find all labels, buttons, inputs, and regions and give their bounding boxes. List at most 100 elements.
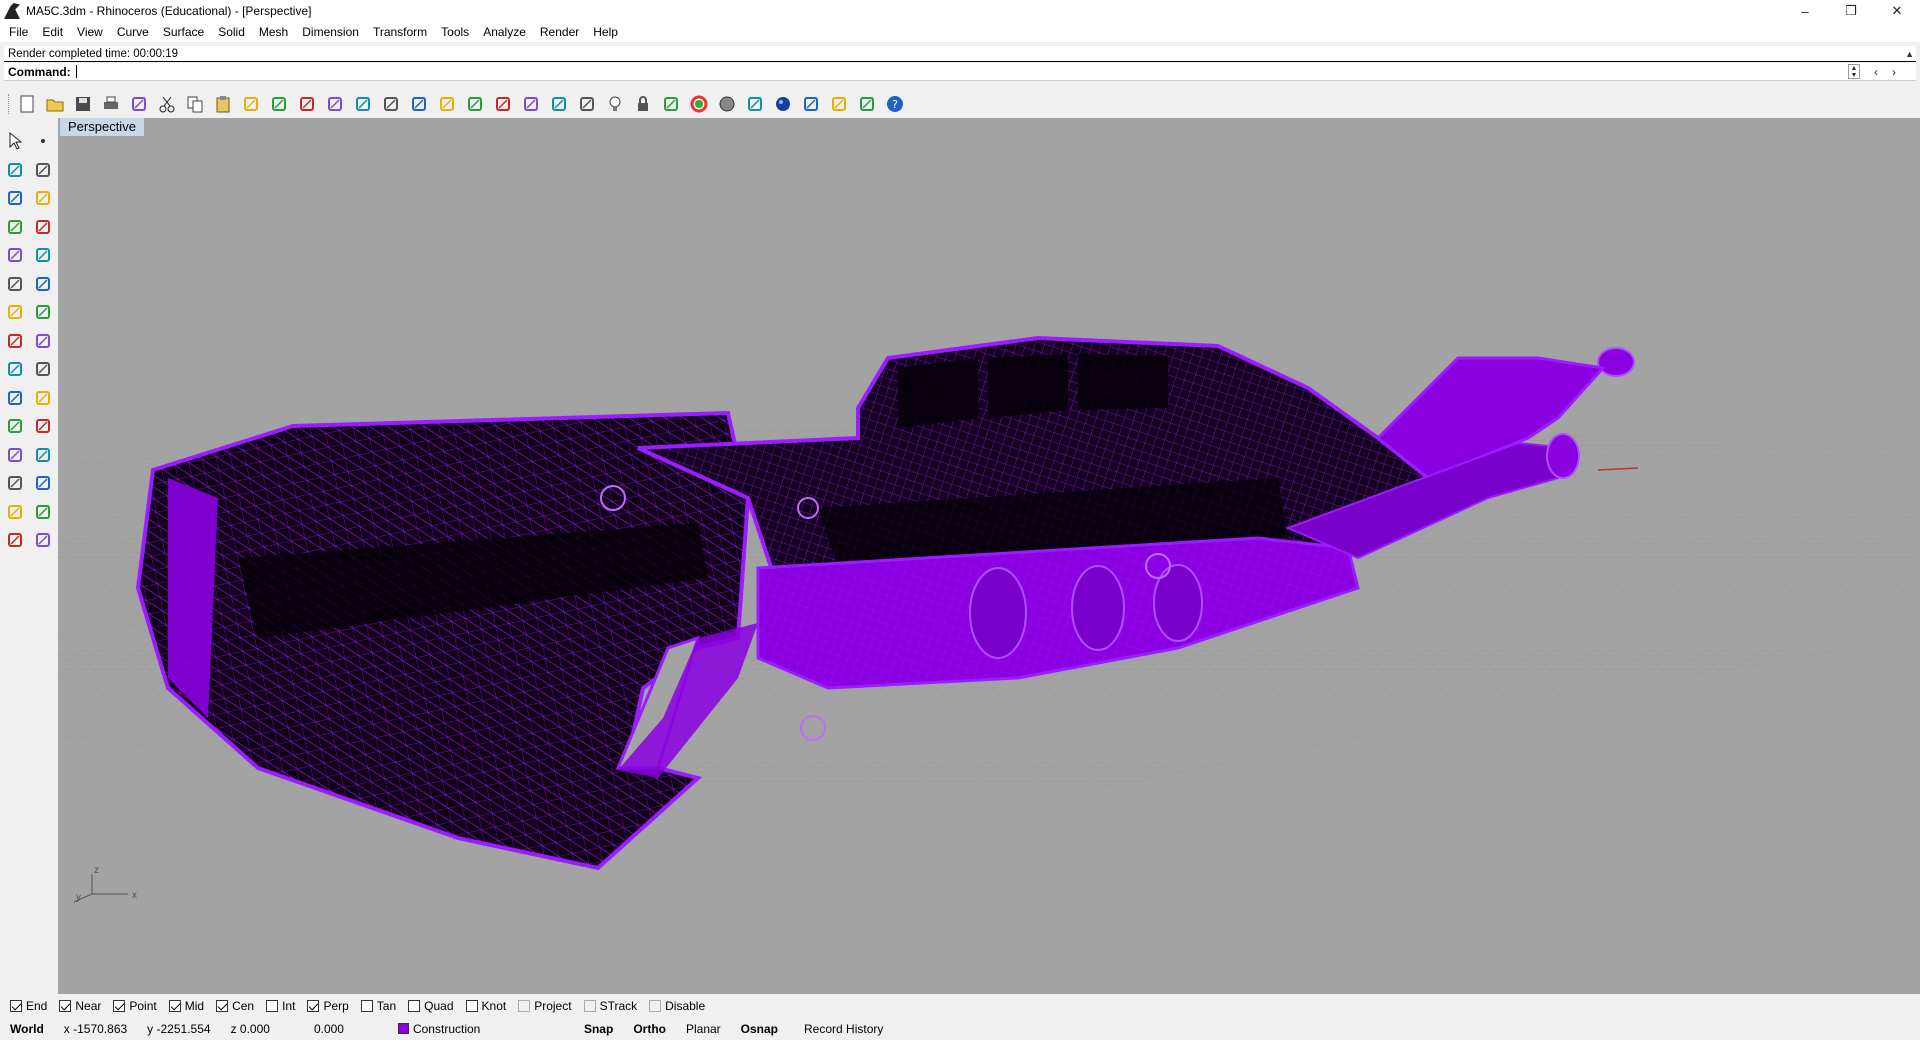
osnap-checkbox[interactable] [360,999,373,1012]
menu-mesh[interactable]: Mesh [252,22,295,42]
hatch-icon[interactable] [30,527,56,553]
curve-icon[interactable] [30,157,56,183]
options-icon[interactable] [855,92,879,116]
copy-icon[interactable] [183,92,207,116]
ortho-toggle[interactable]: Ortho [623,1019,676,1040]
current-layer[interactable]: Construction [388,1019,574,1040]
rotate-view-icon[interactable] [295,92,319,116]
osnap-toggle[interactable]: Osnap [731,1019,788,1040]
boolean-icon[interactable] [30,299,56,325]
osnap-checkbox[interactable] [59,999,72,1012]
snap-toggle[interactable]: Snap [574,1019,623,1040]
osnap-checkbox[interactable] [518,999,531,1012]
osnap-end[interactable]: End [10,999,47,1013]
menu-tools[interactable]: Tools [434,22,476,42]
osnap-checkbox[interactable] [168,999,181,1012]
fillet-icon[interactable] [30,242,56,268]
import-icon[interactable] [127,92,151,116]
dimension-icon[interactable] [30,499,56,525]
sphere-render-icon[interactable] [771,92,795,116]
osnap-disable[interactable]: Disable [649,999,705,1013]
osnap-checkbox[interactable] [113,999,126,1012]
rectangle-icon[interactable] [30,214,56,240]
rotate-icon[interactable] [435,92,459,116]
osnap-knot[interactable]: Knot [465,999,506,1013]
osnap-mid[interactable]: Mid [168,999,204,1013]
perspective-viewport[interactable]: z x y Perspective [58,118,1920,994]
osnap-checkbox[interactable] [583,999,596,1012]
osnap-checkbox[interactable] [307,999,320,1012]
explode-icon[interactable] [2,356,28,382]
menu-view[interactable]: View [70,22,110,42]
menu-curve[interactable]: Curve [110,22,156,42]
viewport-title-tab[interactable]: Perspective [60,118,144,136]
scale-icon[interactable] [30,470,56,496]
zoom-selected-icon[interactable] [407,92,431,116]
menu-render[interactable]: Render [533,22,586,42]
close-button[interactable]: ✕ [1874,0,1920,22]
help-icon[interactable]: ? [883,92,907,116]
osnap-quad[interactable]: Quad [408,999,454,1013]
menu-edit[interactable]: Edit [35,22,70,42]
car-icon[interactable] [491,92,515,116]
mesh-icon[interactable] [2,413,28,439]
color-wheel-icon[interactable] [687,92,711,116]
shaded-sphere-icon[interactable] [715,92,739,116]
four-viewports-icon[interactable] [463,92,487,116]
grid-icon[interactable] [519,92,543,116]
extrude-icon[interactable] [30,328,56,354]
osnap-checkbox[interactable] [649,999,662,1012]
select-icon[interactable] [2,128,28,154]
command-prev-icon[interactable]: ‹ [1874,63,1878,81]
sweep-icon[interactable] [30,271,56,297]
circle-icon[interactable] [2,185,28,211]
menu-analyze[interactable]: Analyze [476,22,533,42]
menu-surface[interactable]: Surface [156,22,211,42]
cut-icon[interactable] [155,92,179,116]
text-icon[interactable] [2,470,28,496]
flag-icon[interactable] [799,92,823,116]
osnap-cen[interactable]: Cen [216,999,254,1013]
menu-transform[interactable]: Transform [366,22,434,42]
toolbar-grip[interactable] [8,94,11,114]
transform-icon[interactable] [30,442,56,468]
group-icon[interactable] [30,413,56,439]
minimize-button[interactable]: – [1782,0,1828,22]
array-icon[interactable] [2,499,28,525]
polyline-icon[interactable] [2,157,28,183]
zoom-dynamic-icon[interactable] [323,92,347,116]
osnap-perp[interactable]: Perp [307,999,349,1013]
osnap-near[interactable]: Near [59,999,101,1013]
osnap-project[interactable]: Project [518,999,572,1013]
osnap-checkbox[interactable] [216,999,229,1012]
arc-icon[interactable] [30,185,56,211]
osnap-tan[interactable]: Tan [360,999,396,1013]
command-next-icon[interactable]: › [1892,63,1896,81]
cplane-indicator[interactable]: World [0,1019,54,1040]
cylinder-icon[interactable] [2,328,28,354]
osnap-checkbox[interactable] [266,999,279,1012]
osnap-int[interactable]: Int [266,999,295,1013]
new-icon[interactable] [15,92,39,116]
zoom-window-icon[interactable] [351,92,375,116]
undo-icon[interactable] [239,92,263,116]
menu-help[interactable]: Help [586,22,625,42]
osnap-point[interactable]: Point [113,999,157,1013]
move-icon[interactable] [2,385,28,411]
menu-file[interactable]: File [2,22,35,42]
osnap-checkbox[interactable] [465,999,478,1012]
ellipse-icon[interactable] [2,242,28,268]
gear-tools-icon[interactable] [827,92,851,116]
rotate-tool-icon[interactable] [2,442,28,468]
menu-dimension[interactable]: Dimension [295,22,366,42]
save-icon[interactable] [71,92,95,116]
command-history[interactable]: Render completed time: 00:00:19 ▲▼ [4,46,1916,75]
restore-button[interactable]: ❒ [1828,0,1874,22]
box-icon[interactable] [2,299,28,325]
command-line[interactable]: Command: ▲ ▼ ‹ › [4,63,1916,81]
lights-icon[interactable] [575,92,599,116]
rendered-icon[interactable] [743,92,767,116]
polygon-icon[interactable] [2,214,28,240]
osnap-checkbox[interactable] [10,999,22,1012]
planar-toggle[interactable]: Planar [676,1019,731,1040]
